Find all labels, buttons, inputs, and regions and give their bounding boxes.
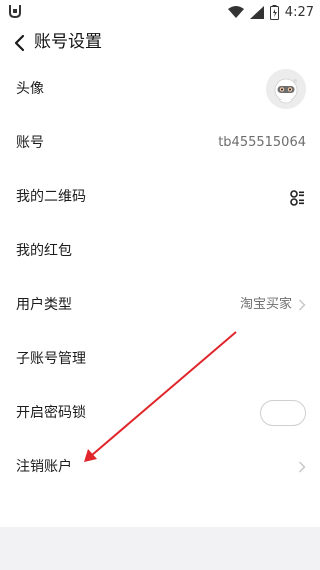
settings-row-cancel-account[interactable]: 注销账户 (0, 440, 320, 494)
settings-row-label: 我的二维码 (16, 189, 86, 205)
settings-row-label: 子账号管理 (16, 351, 86, 367)
chevron-left-icon[interactable] (8, 30, 32, 56)
settings-row-sub-account[interactable]: 子账号管理 (0, 332, 320, 386)
settings-list: 头像 账号 tb455515064 我的二维码 我的红包 用户类型 淘宝买家 子… (0, 62, 320, 527)
settings-row-label: 开启密码锁 (16, 405, 86, 421)
wifi-icon (227, 5, 244, 18)
qr-code-icon (290, 190, 304, 206)
settings-row-label: 注销账户 (16, 459, 72, 475)
user-type-value: 淘宝买家 (239, 297, 292, 312)
settings-row-qrcode[interactable]: 我的二维码 (0, 170, 320, 224)
chevron-right-icon (298, 299, 306, 311)
battery-icon (269, 4, 279, 20)
signal-icon (249, 5, 264, 19)
settings-row-label: 账号 (16, 135, 44, 151)
settings-row-avatar[interactable]: 头像 (0, 62, 320, 116)
password-lock-toggle[interactable] (260, 400, 306, 426)
settings-row-label: 我的红包 (16, 243, 72, 259)
page-title: 账号设置 (34, 32, 102, 52)
settings-row-label: 用户类型 (16, 297, 72, 313)
toggle-knob (263, 403, 283, 423)
status-time: 4:27 (284, 4, 314, 20)
chevron-right-icon (298, 461, 306, 473)
settings-row-password-lock: 开启密码锁 (0, 386, 320, 440)
settings-row-red-packet[interactable]: 我的红包 (0, 224, 320, 278)
account-value: tb455515064 (218, 135, 306, 150)
avatar-icon[interactable] (266, 69, 306, 109)
status-bar: 4:27 (0, 0, 320, 24)
settings-row-label: 头像 (16, 81, 44, 97)
settings-row-account[interactable]: 账号 tb455515064 (0, 116, 320, 170)
settings-row-user-type[interactable]: 用户类型 淘宝买家 (0, 278, 320, 332)
app-bar: 账号设置 (0, 24, 320, 62)
app-shield-icon (9, 5, 21, 19)
